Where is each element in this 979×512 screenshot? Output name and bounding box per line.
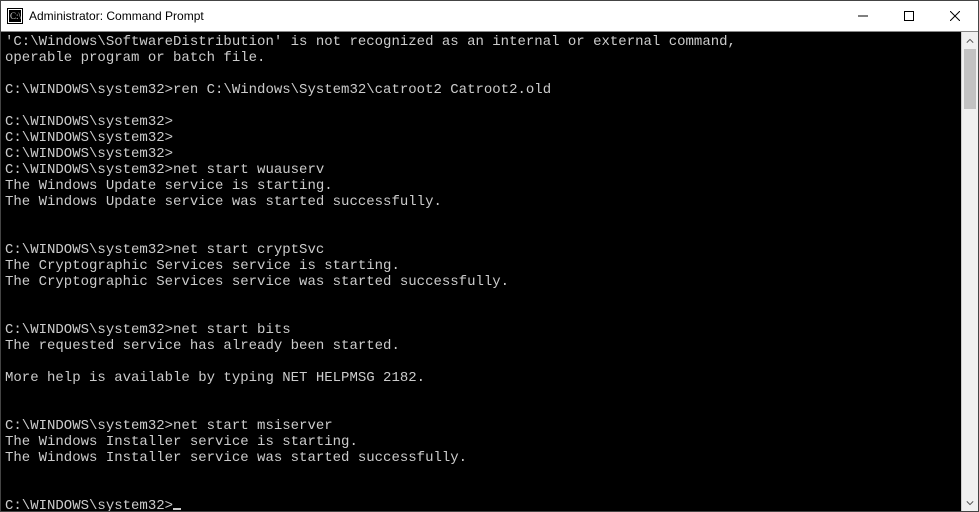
console-line (5, 210, 957, 226)
vertical-scrollbar[interactable] (961, 32, 978, 511)
scroll-track[interactable] (962, 49, 978, 494)
client-area: 'C:\Windows\SoftwareDistribution' is not… (1, 31, 978, 511)
minimize-button[interactable] (840, 1, 886, 31)
console-line (5, 306, 957, 322)
console-line: C:\WINDOWS\system32>net start bits (5, 322, 957, 338)
console-line (5, 98, 957, 114)
console-line: C:\WINDOWS\system32> (5, 114, 957, 130)
console-line: C:\WINDOWS\system32> (5, 498, 957, 511)
console-line: The Windows Installer service was starte… (5, 450, 957, 466)
console-line: operable program or batch file. (5, 50, 957, 66)
console-line (5, 354, 957, 370)
console-line (5, 402, 957, 418)
scroll-down-button[interactable] (962, 494, 978, 511)
close-button[interactable] (932, 1, 978, 31)
console-line: C:\WINDOWS\system32>net start cryptSvc (5, 242, 957, 258)
console-line: C:\WINDOWS\system32>ren C:\Windows\Syste… (5, 82, 957, 98)
svg-text:C:\: C:\ (10, 11, 22, 21)
titlebar[interactable]: C:\ Administrator: Command Prompt (1, 1, 978, 31)
console-output[interactable]: 'C:\Windows\SoftwareDistribution' is not… (1, 32, 961, 511)
cmd-app-icon: C:\ (7, 8, 23, 24)
console-line: C:\WINDOWS\system32> (5, 146, 957, 162)
console-line: 'C:\Windows\SoftwareDistribution' is not… (5, 34, 957, 50)
console-line (5, 386, 957, 402)
cursor (173, 508, 181, 510)
command-prompt-window: C:\ Administrator: Command Prompt 'C:\Wi… (0, 0, 979, 512)
console-line: The Windows Installer service is startin… (5, 434, 957, 450)
console-line (5, 482, 957, 498)
console-line: C:\WINDOWS\system32> (5, 130, 957, 146)
console-line: C:\WINDOWS\system32>net start wuauserv (5, 162, 957, 178)
maximize-button[interactable] (886, 1, 932, 31)
console-line: C:\WINDOWS\system32>net start msiserver (5, 418, 957, 434)
console-line (5, 66, 957, 82)
scroll-up-button[interactable] (962, 32, 978, 49)
scroll-thumb[interactable] (964, 49, 976, 109)
console-line: The requested service has already been s… (5, 338, 957, 354)
console-line: The Windows Update service is starting. (5, 178, 957, 194)
console-line: The Cryptographic Services service is st… (5, 258, 957, 274)
console-line (5, 466, 957, 482)
console-line: The Windows Update service was started s… (5, 194, 957, 210)
window-title: Administrator: Command Prompt (29, 9, 204, 23)
console-line: The Cryptographic Services service was s… (5, 274, 957, 290)
console-line: More help is available by typing NET HEL… (5, 370, 957, 386)
console-line (5, 290, 957, 306)
console-line (5, 226, 957, 242)
